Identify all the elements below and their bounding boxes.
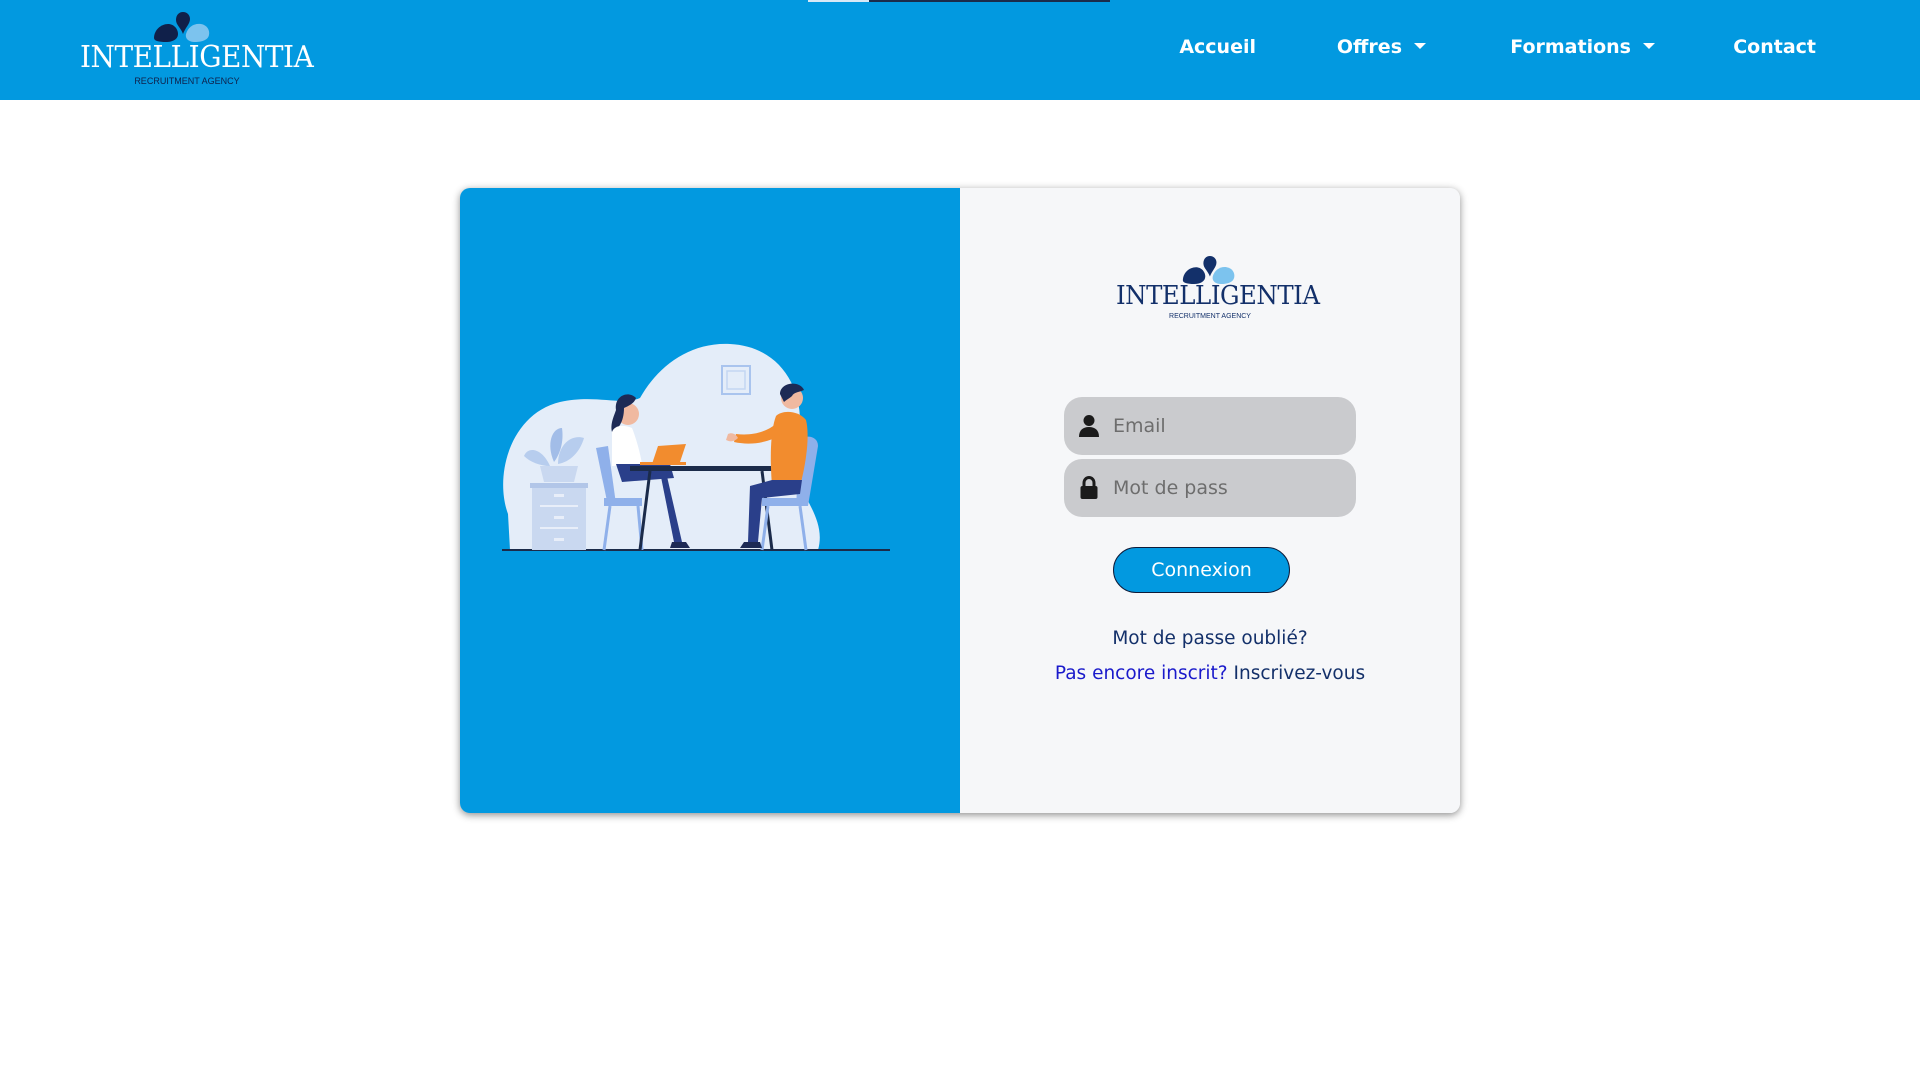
nav-link-label: Contact [1733,36,1816,58]
nav-link-contact[interactable]: Contact [1733,36,1816,58]
email-input[interactable] [1113,397,1356,455]
password-input[interactable] [1113,459,1356,517]
brand-logo[interactable]: INTELLIGENTIA RECRUITMENT AGENCY [80,10,314,90]
forgot-password-link[interactable]: Mot de passe oublié? [960,628,1460,649]
nav-link-accueil[interactable]: Accueil [1179,36,1256,58]
caret-down-icon [1414,42,1426,49]
nav-link-offres-dropdown[interactable]: Offres [1337,36,1426,58]
caret-down-icon [1643,42,1655,49]
user-icon [1064,414,1113,438]
email-input-group [1064,397,1356,455]
register-prompt: Pas encore inscrit? Inscrivez-vous [960,663,1460,684]
login-submit-button[interactable]: Connexion [1113,547,1290,593]
illustration-panel [460,188,960,813]
form-logo: INTELLIGENTIA RECRUITMENT AGENCY [1110,256,1320,326]
lock-icon [1064,476,1113,500]
login-form-panel: INTELLIGENTIA RECRUITMENT AGENCY Connexi [960,188,1460,813]
nav-link-label: Formations [1510,36,1631,58]
interview-illustration-icon [502,343,890,551]
register-link[interactable]: Inscrivez-vous [1234,663,1366,684]
top-navbar: INTELLIGENTIA RECRUITMENT AGENCY Accueil… [0,0,1920,100]
login-card: INTELLIGENTIA RECRUITMENT AGENCY Connexi [460,188,1460,813]
nav-link-label: Accueil [1179,36,1256,58]
brand-tagline: RECRUITMENT AGENCY [134,76,240,86]
password-input-group [1064,459,1356,517]
nav-link-label: Offres [1336,36,1402,58]
nav-link-formations-dropdown[interactable]: Formations [1510,36,1655,58]
brand-name: INTELLIGENTIA [80,40,314,75]
page-load-progress-bar [808,0,1110,2]
form-logo-tagline: RECRUITMENT AGENCY [1169,313,1251,320]
forgot-password-label: Mot de passe oublié? [1112,628,1308,649]
logo-drops-icon [1182,256,1235,284]
form-logo-name: INTELLIGENTIA [1116,281,1320,311]
logo-drops-icon [154,12,210,42]
register-prompt-text: Pas encore inscrit? [1054,663,1228,684]
